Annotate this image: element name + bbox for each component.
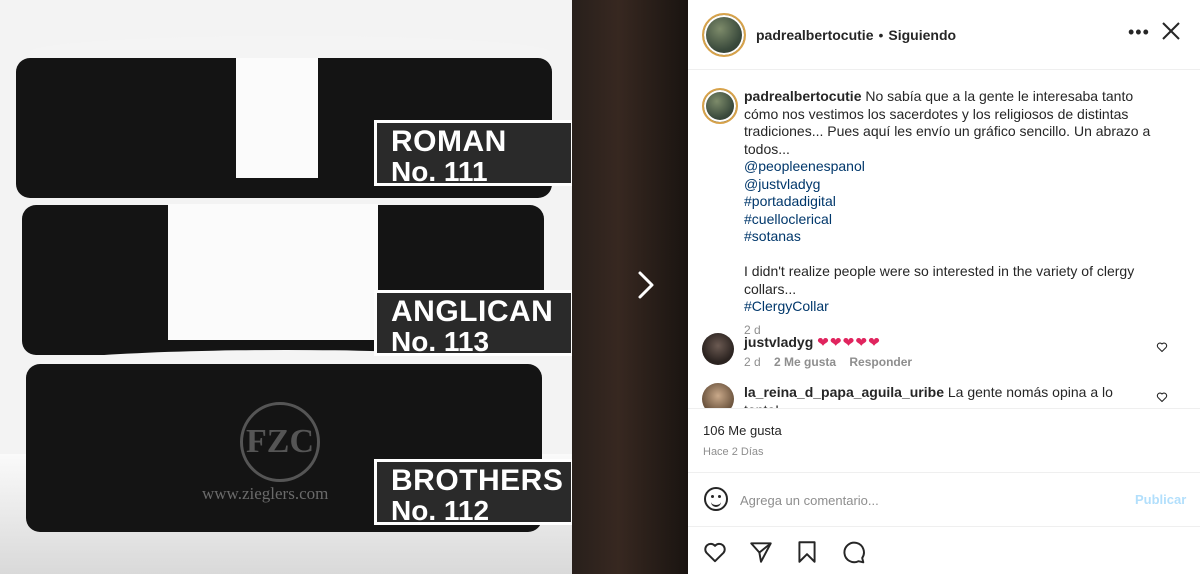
comment-bubble-icon (843, 541, 865, 564)
hashtag-link[interactable]: #ClergyCollar (744, 298, 1154, 316)
post-panel: padrealbertocutie • Siguiendo ••• padrea… (688, 0, 1200, 574)
post-image: FZC www.zieglers.com ROMAN No. 111 ANGLI… (0, 0, 572, 574)
separator-dot: • (878, 26, 884, 43)
more-options-icon[interactable]: ••• (1128, 22, 1150, 43)
caption-body-en: I didn't realize people were so interest… (744, 263, 1135, 297)
collar-tab-anglican (168, 204, 378, 340)
label-brothers-name: BROTHERS (391, 464, 564, 497)
post-header: padrealbertocutie • Siguiendo ••• (688, 0, 1200, 70)
heart-outline-icon (1156, 342, 1168, 353)
caption-avatar[interactable] (702, 88, 738, 124)
label-roman-name: ROMAN (391, 125, 507, 158)
caption-text: padrealbertocutie No sabía que a la gent… (744, 88, 1154, 339)
like-button[interactable] (702, 539, 728, 565)
caption-username[interactable]: padrealbertocutie (744, 88, 861, 104)
label-roman-number: No. 111 (391, 156, 488, 187)
post-stats: 106 Me gusta Hace 2 Días (688, 408, 1200, 472)
hashtag-link[interactable]: #cuelloclerical (744, 211, 1154, 229)
close-x-icon (1162, 22, 1180, 40)
watermark-logo: FZC (240, 402, 320, 482)
label-anglican-name: ANGLICAN (391, 295, 554, 328)
comment-composer: Publicar (688, 472, 1200, 526)
comment-button[interactable] (840, 539, 866, 565)
mention-link[interactable]: @peopleenespanol (744, 158, 1154, 176)
heart-icon (704, 542, 726, 563)
paper-plane-icon (750, 542, 772, 563)
author-avatar[interactable] (702, 12, 746, 57)
commenter-avatar[interactable] (702, 383, 734, 408)
commenter-username[interactable]: la_reina_d_papa_aguila_uribe (744, 384, 944, 400)
comment-text: justvladyg ❤❤❤❤❤ (744, 333, 1144, 351)
label-brothers-number: No. 112 (391, 495, 490, 526)
collar-tab-roman (236, 58, 318, 178)
heart-outline-icon (1156, 392, 1168, 403)
chevron-right-icon (638, 271, 654, 299)
comment-meta: 2 d 2 Me gusta Responder (744, 355, 922, 369)
action-bar (688, 526, 1200, 574)
hashtag-link[interactable]: #sotanas (744, 228, 1154, 246)
share-button[interactable] (748, 539, 774, 565)
label-roman: ROMAN No. 111 (374, 120, 572, 187)
close-icon[interactable] (1160, 16, 1182, 50)
comment-time[interactable]: 2 d (744, 355, 761, 369)
comment-like-button[interactable] (1156, 341, 1168, 356)
commenter-avatar[interactable] (702, 333, 734, 365)
label-anglican: ANGLICAN No. 113 (374, 290, 572, 357)
next-slide-button[interactable] (636, 270, 664, 304)
author-username[interactable]: padrealbertocutie (756, 27, 873, 43)
post-age: Hace 2 Días (703, 446, 764, 458)
comments-scroll-area[interactable]: padrealbertocutie No sabía que a la gent… (688, 71, 1200, 408)
hashtag-link[interactable]: #portadadigital (744, 193, 1154, 211)
save-button[interactable] (794, 539, 820, 565)
commenter-username[interactable]: justvladyg (744, 334, 813, 350)
like-count[interactable]: 106 Me gusta (703, 423, 782, 438)
publish-button[interactable]: Publicar (1135, 492, 1186, 507)
comment-body: ❤❤❤❤❤ (817, 334, 881, 350)
comment-input[interactable] (740, 489, 1120, 511)
backdrop (572, 0, 688, 574)
follow-status-button[interactable]: Siguiendo (888, 27, 956, 43)
watermark-text: www.zieglers.com (202, 484, 329, 503)
comment-likes[interactable]: 2 Me gusta (774, 355, 836, 369)
label-brothers: BROTHERS No. 112 (374, 459, 572, 526)
bookmark-icon (798, 541, 816, 563)
reply-button[interactable]: Responder (849, 355, 912, 369)
comment-text: la_reina_d_papa_aguila_uribe La gente no… (744, 383, 1144, 408)
comment-like-button[interactable] (1156, 391, 1168, 406)
label-anglican-number: No. 113 (391, 326, 490, 357)
mention-link[interactable]: @justvladyg (744, 176, 1154, 194)
emoji-icon[interactable] (704, 487, 728, 511)
